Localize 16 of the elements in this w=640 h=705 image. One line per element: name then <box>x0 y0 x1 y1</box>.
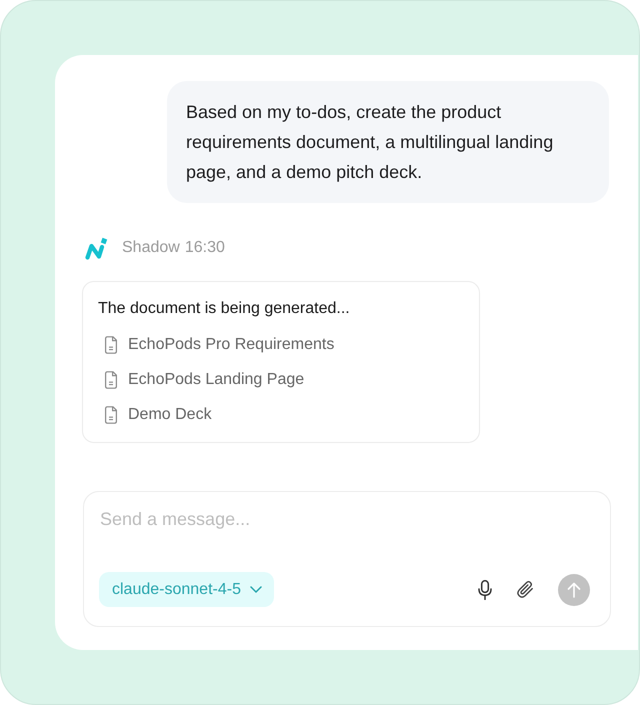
chevron-down-icon <box>250 586 262 593</box>
document-icon <box>104 371 118 389</box>
document-icon <box>104 336 118 354</box>
user-message: Based on my to-dos, create the product requirements document, a multilingual landing page, and a demo pitch deck. <box>167 81 609 203</box>
microphone-icon[interactable] <box>478 580 492 600</box>
document-link[interactable]: Demo Deck <box>128 404 212 426</box>
document-link[interactable]: EchoPods Landing Page <box>128 369 304 391</box>
assistant-logo-icon <box>85 236 108 260</box>
arrow-up-icon <box>567 582 581 598</box>
status-text: The document is being generated... <box>98 299 351 319</box>
assistant-name: Shadow <box>122 238 180 258</box>
document-link[interactable]: EchoPods Pro Requirements <box>128 334 334 356</box>
document-icon <box>104 406 118 424</box>
paperclip-icon[interactable] <box>516 580 535 599</box>
message-input[interactable]: Send a message... <box>99 507 590 531</box>
message-time: 16:30 <box>184 238 225 258</box>
